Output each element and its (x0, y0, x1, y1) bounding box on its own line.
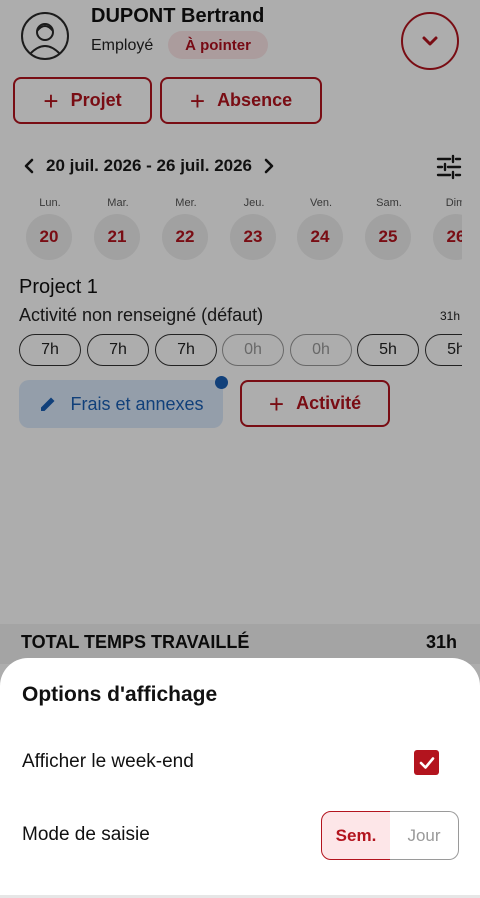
check-icon (419, 756, 434, 769)
weekend-label: Afficher le week-end (22, 751, 194, 772)
sheet-title: Options d'affichage (22, 683, 218, 706)
display-options-sheet: Options d'affichage Afficher le week-end… (0, 658, 480, 898)
mode-option-day[interactable]: Jour (390, 811, 459, 860)
mode-label: Mode de saisie (22, 824, 150, 845)
mode-option-week[interactable]: Sem. (321, 811, 391, 860)
weekend-checkbox[interactable] (414, 750, 439, 775)
mode-toggle: Sem. Jour (321, 811, 459, 860)
